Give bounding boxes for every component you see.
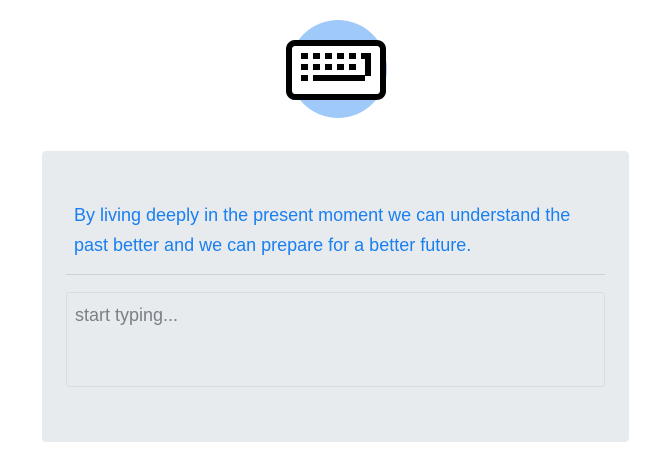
- keyboard-icon: [286, 40, 386, 100]
- quote-text: By living deeply in the present moment w…: [74, 205, 571, 255]
- divider: [66, 274, 605, 275]
- keyboard-logo: [286, 20, 387, 120]
- typing-input[interactable]: [66, 292, 605, 387]
- typing-card: By living deeply in the present moment w…: [42, 151, 629, 442]
